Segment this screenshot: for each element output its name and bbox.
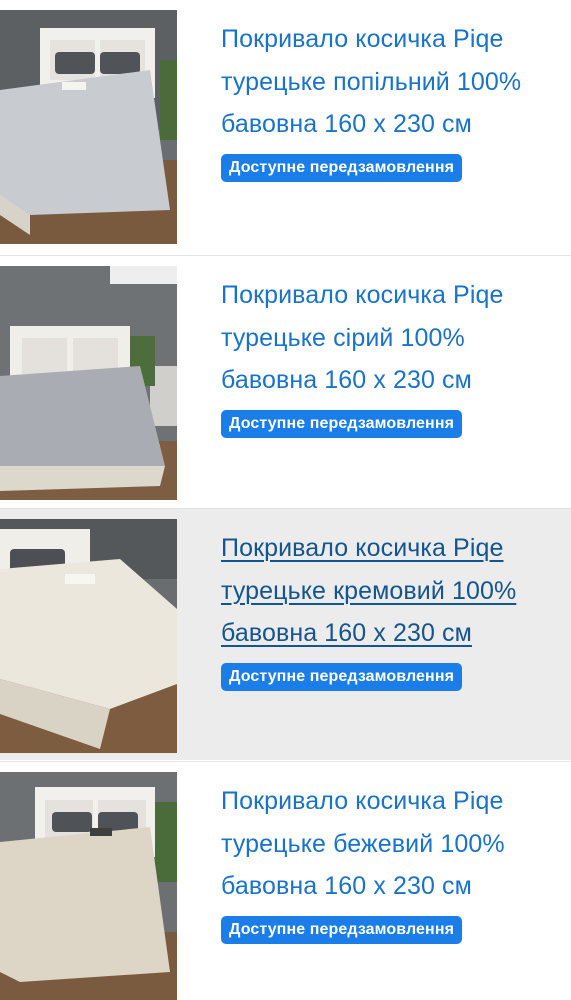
preorder-badge: Доступне передзамовлення: [221, 153, 463, 182]
product-image-link[interactable]: [0, 266, 177, 500]
product-title-link[interactable]: Покривало косичка Piqe турецьке бежевий …: [221, 780, 551, 908]
product-image-link[interactable]: [0, 519, 177, 753]
preorder-badge: Доступне передзамовлення: [221, 409, 463, 438]
product-card[interactable]: Покривало косичка Piqe турецьке кремовий…: [0, 508, 571, 760]
product-image-link[interactable]: [0, 10, 177, 244]
product-list: Покривало косичка Piqe турецьке попільни…: [0, 0, 571, 1000]
preorder-badge: Доступне передзамовлення: [221, 915, 463, 944]
bed-photo-icon: [0, 772, 177, 1000]
product-title-link[interactable]: Покривало косичка Piqe турецьке кремовий…: [221, 527, 551, 655]
bed-photo-icon: [0, 519, 177, 753]
bed-photo-icon: [0, 10, 177, 244]
product-card[interactable]: Покривало косичка Piqe турецьке бежевий …: [0, 761, 571, 1000]
product-card[interactable]: Покривало косичка Piqe турецьке сірий 10…: [0, 255, 571, 507]
bed-photo-icon: [0, 266, 177, 500]
product-image-link[interactable]: [0, 772, 177, 1000]
blanket-shape: [0, 827, 170, 982]
preorder-badge: Доступне передзамовлення: [221, 662, 463, 691]
product-info: Покривало косичка Piqe турецьке сірий 10…: [221, 274, 551, 438]
product-info: Покривало косичка Piqe турецьке бежевий …: [221, 780, 551, 944]
blanket-shape: [0, 366, 165, 471]
blanket-shape: [0, 70, 170, 215]
product-title-link[interactable]: Покривало косичка Piqe турецьке сірий 10…: [221, 274, 551, 402]
product-card[interactable]: Покривало косичка Piqe турецьке попільни…: [0, 0, 571, 253]
product-info: Покривало косичка Piqe турецьке попільни…: [221, 18, 551, 182]
product-title-link[interactable]: Покривало косичка Piqe турецьке попільни…: [221, 18, 551, 146]
product-info: Покривало косичка Piqe турецьке кремовий…: [221, 527, 551, 691]
